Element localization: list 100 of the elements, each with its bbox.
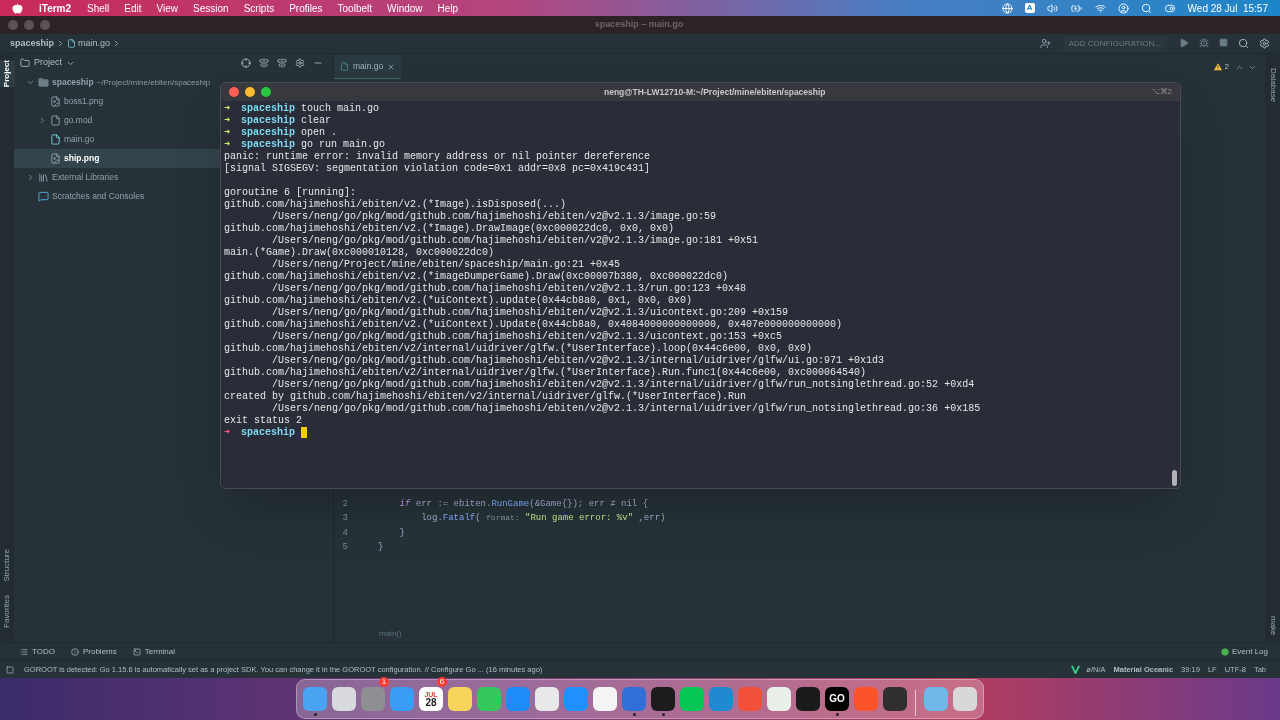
clock[interactable]: Wed 28 Jul 15:57 [1187,0,1268,16]
go-file-icon [50,134,61,145]
tree-item[interactable]: boss1.png [14,92,220,111]
output-line: /Users/neng/go/pkg/mod/github.com/hajimehoshi/ebiten/v2@v2.1.3/internal/uidriver/glfw/run_notsinglethread.go:36 +0x185 [271,403,981,415]
chevron-down-icon[interactable] [26,78,35,87]
tab-shortcut: ⌥⌘2 [1150,86,1172,98]
stop-icon[interactable] [1219,38,1228,47]
menu-item[interactable]: iTerm2 [39,0,72,16]
app-icon[interactable] [448,687,472,711]
list-icon [20,647,28,656]
menu-item[interactable]: View [156,0,179,16]
editor-tab[interactable]: main.go [334,55,402,79]
menu-item[interactable]: Profiles [289,0,323,16]
app-icon[interactable] [535,687,559,711]
expand-all-icon[interactable] [259,58,269,68]
user-icon[interactable] [1117,2,1129,14]
tool-window-tab[interactable]: TODO [20,645,55,658]
bug-icon[interactable] [1199,38,1209,48]
menu-item[interactable]: Shell [87,0,110,16]
tree-item[interactable]: ship.png [14,149,220,168]
command-text: clear [301,115,332,127]
collapse-all-icon[interactable] [277,58,287,68]
output-line: github.com/hajimehoshi/ebiten/v2.(*uiContext).Update(0x44cb8a0, 0x4084000000000000, 0x407e000000000000) [224,319,843,331]
chevron-right-icon[interactable] [38,116,47,125]
app-icon[interactable] [767,687,791,711]
add-configuration-button[interactable]: ADD CONFIGURATION... [1062,35,1167,52]
app-icon[interactable]: GO [825,687,849,711]
tool-window-tab[interactable]: Favorites [1,595,13,628]
settings-icon[interactable] [295,58,305,68]
command-text: touch main.go [301,103,380,115]
command-text: go run main.go [301,139,386,151]
output-line: exit status 2 [224,415,302,427]
app-icon[interactable] [332,687,356,711]
tool-window-tab[interactable]: Structure [1,548,13,582]
chevron-right-icon[interactable] [26,173,35,182]
output-line: /Users/neng/Project/mine/ebiten/spaceship/main.go:21 +0x45 [271,259,621,271]
speaker-icon[interactable] [1046,2,1058,14]
user-icon[interactable] [1039,38,1051,49]
app-icon[interactable] [593,687,617,711]
battery-icon[interactable] [1069,2,1083,14]
tree-item[interactable]: go.mod [14,111,220,130]
notification-badge: 6 [437,677,447,687]
globe-icon[interactable] [1001,2,1013,14]
prompt-arrow: ➜ [224,427,231,439]
prompt-directory: spaceship [241,427,296,439]
close-icon[interactable] [387,62,396,71]
search-icon[interactable] [1140,2,1152,14]
output-line: github.com/hajimehoshi/ebiten/v2/internal/uidriver/glfw.(*UserInterface).Run.func1(0x44c6e00, 0xc000064540) [224,367,867,379]
output-line: github.com/hajimehoshi/ebiten/v2.(*uiContext).update(0x44cb8a0, 0x1, 0x0, 0x0) [224,295,693,307]
settings-icon[interactable] [1259,38,1270,49]
terminal-title: neng@TH-LW12710-M:~/Project/mine/ebiten/spaceship [603,85,827,99]
tool-window-tab[interactable]: Database [1266,68,1279,103]
apple-icon[interactable] [12,2,23,14]
breadcrumb-item[interactable]: main.go [78,36,111,51]
menu-item[interactable]: Scripts [243,0,275,16]
app-icon[interactable] [651,687,675,711]
scrollbar-thumb[interactable] [1172,470,1177,486]
terminal-icon [132,647,141,656]
tool-window-tab[interactable]: make [1266,616,1279,636]
wifi-icon[interactable] [1094,2,1106,14]
output-line: github.com/hajimehoshi/ebiten/v2.(*Image).isDisposed(...) [224,199,567,211]
menu-item[interactable]: Session [193,0,229,16]
output-line: goroutine 6 [running]: [224,187,357,199]
tool-window-tab[interactable]: Problems [70,645,117,658]
tool-window-tab[interactable]: Terminal [132,645,175,658]
menu-item[interactable]: Help [437,0,459,16]
app-icon[interactable] [953,687,977,711]
menu-item[interactable]: Toolbelt [337,0,372,16]
line-number: 4 [341,526,348,540]
status-icon [6,665,14,674]
output-line: [signal SIGSEGV: segmentation violation code=0x1 addr=0x8 pc=0x419c431] [224,163,651,175]
warning-icon[interactable] [1212,62,1223,72]
code-line: if err := ebiten.RunGame(&Game{}); err ≠ nil { [398,497,649,511]
run-icon[interactable] [1179,38,1189,48]
warning-count[interactable]: 2 [1224,61,1229,73]
code-line: log.Fatalf( format: "Run game error: %v" ,err) [420,512,666,525]
prompt-directory: spaceship [241,127,296,139]
locate-icon[interactable] [241,58,251,68]
output-line: main.(*Game).Draw(0xc000010128, 0xc000022dc0) [224,247,495,259]
tree-item[interactable]: External Libraries [14,168,220,187]
file-icon [50,115,61,126]
command-text: open . [301,127,338,139]
code-line: } [378,541,384,554]
app-icon[interactable] [883,687,907,711]
control-center-icon[interactable] [1163,2,1176,14]
input-source-indicator[interactable]: A [1024,3,1035,13]
menu-item[interactable]: Window [387,0,423,16]
panel-title[interactable]: Project [34,56,62,70]
menu-item[interactable]: Edit [124,0,142,16]
breadcrumb-item[interactable]: spaceship [10,36,55,51]
tree-item[interactable]: Scratches and Consoles [14,187,220,206]
tree-item[interactable]: spaceship ~/Project/mine/ebiten/spaceship [14,73,220,92]
output-line: /Users/neng/go/pkg/mod/github.com/hajimehoshi/ebiten/v2@v2.1.3/image.go:59 [271,211,717,223]
prompt-directory: spaceship [241,139,296,151]
tree-item[interactable]: main.go [14,130,220,149]
image-file-icon [50,96,61,107]
tool-window-tab[interactable]: Project [0,60,15,88]
app-icon[interactable] [796,687,820,711]
event-log-tab[interactable]: Event Log [1220,645,1268,658]
search-icon[interactable] [1238,38,1249,49]
